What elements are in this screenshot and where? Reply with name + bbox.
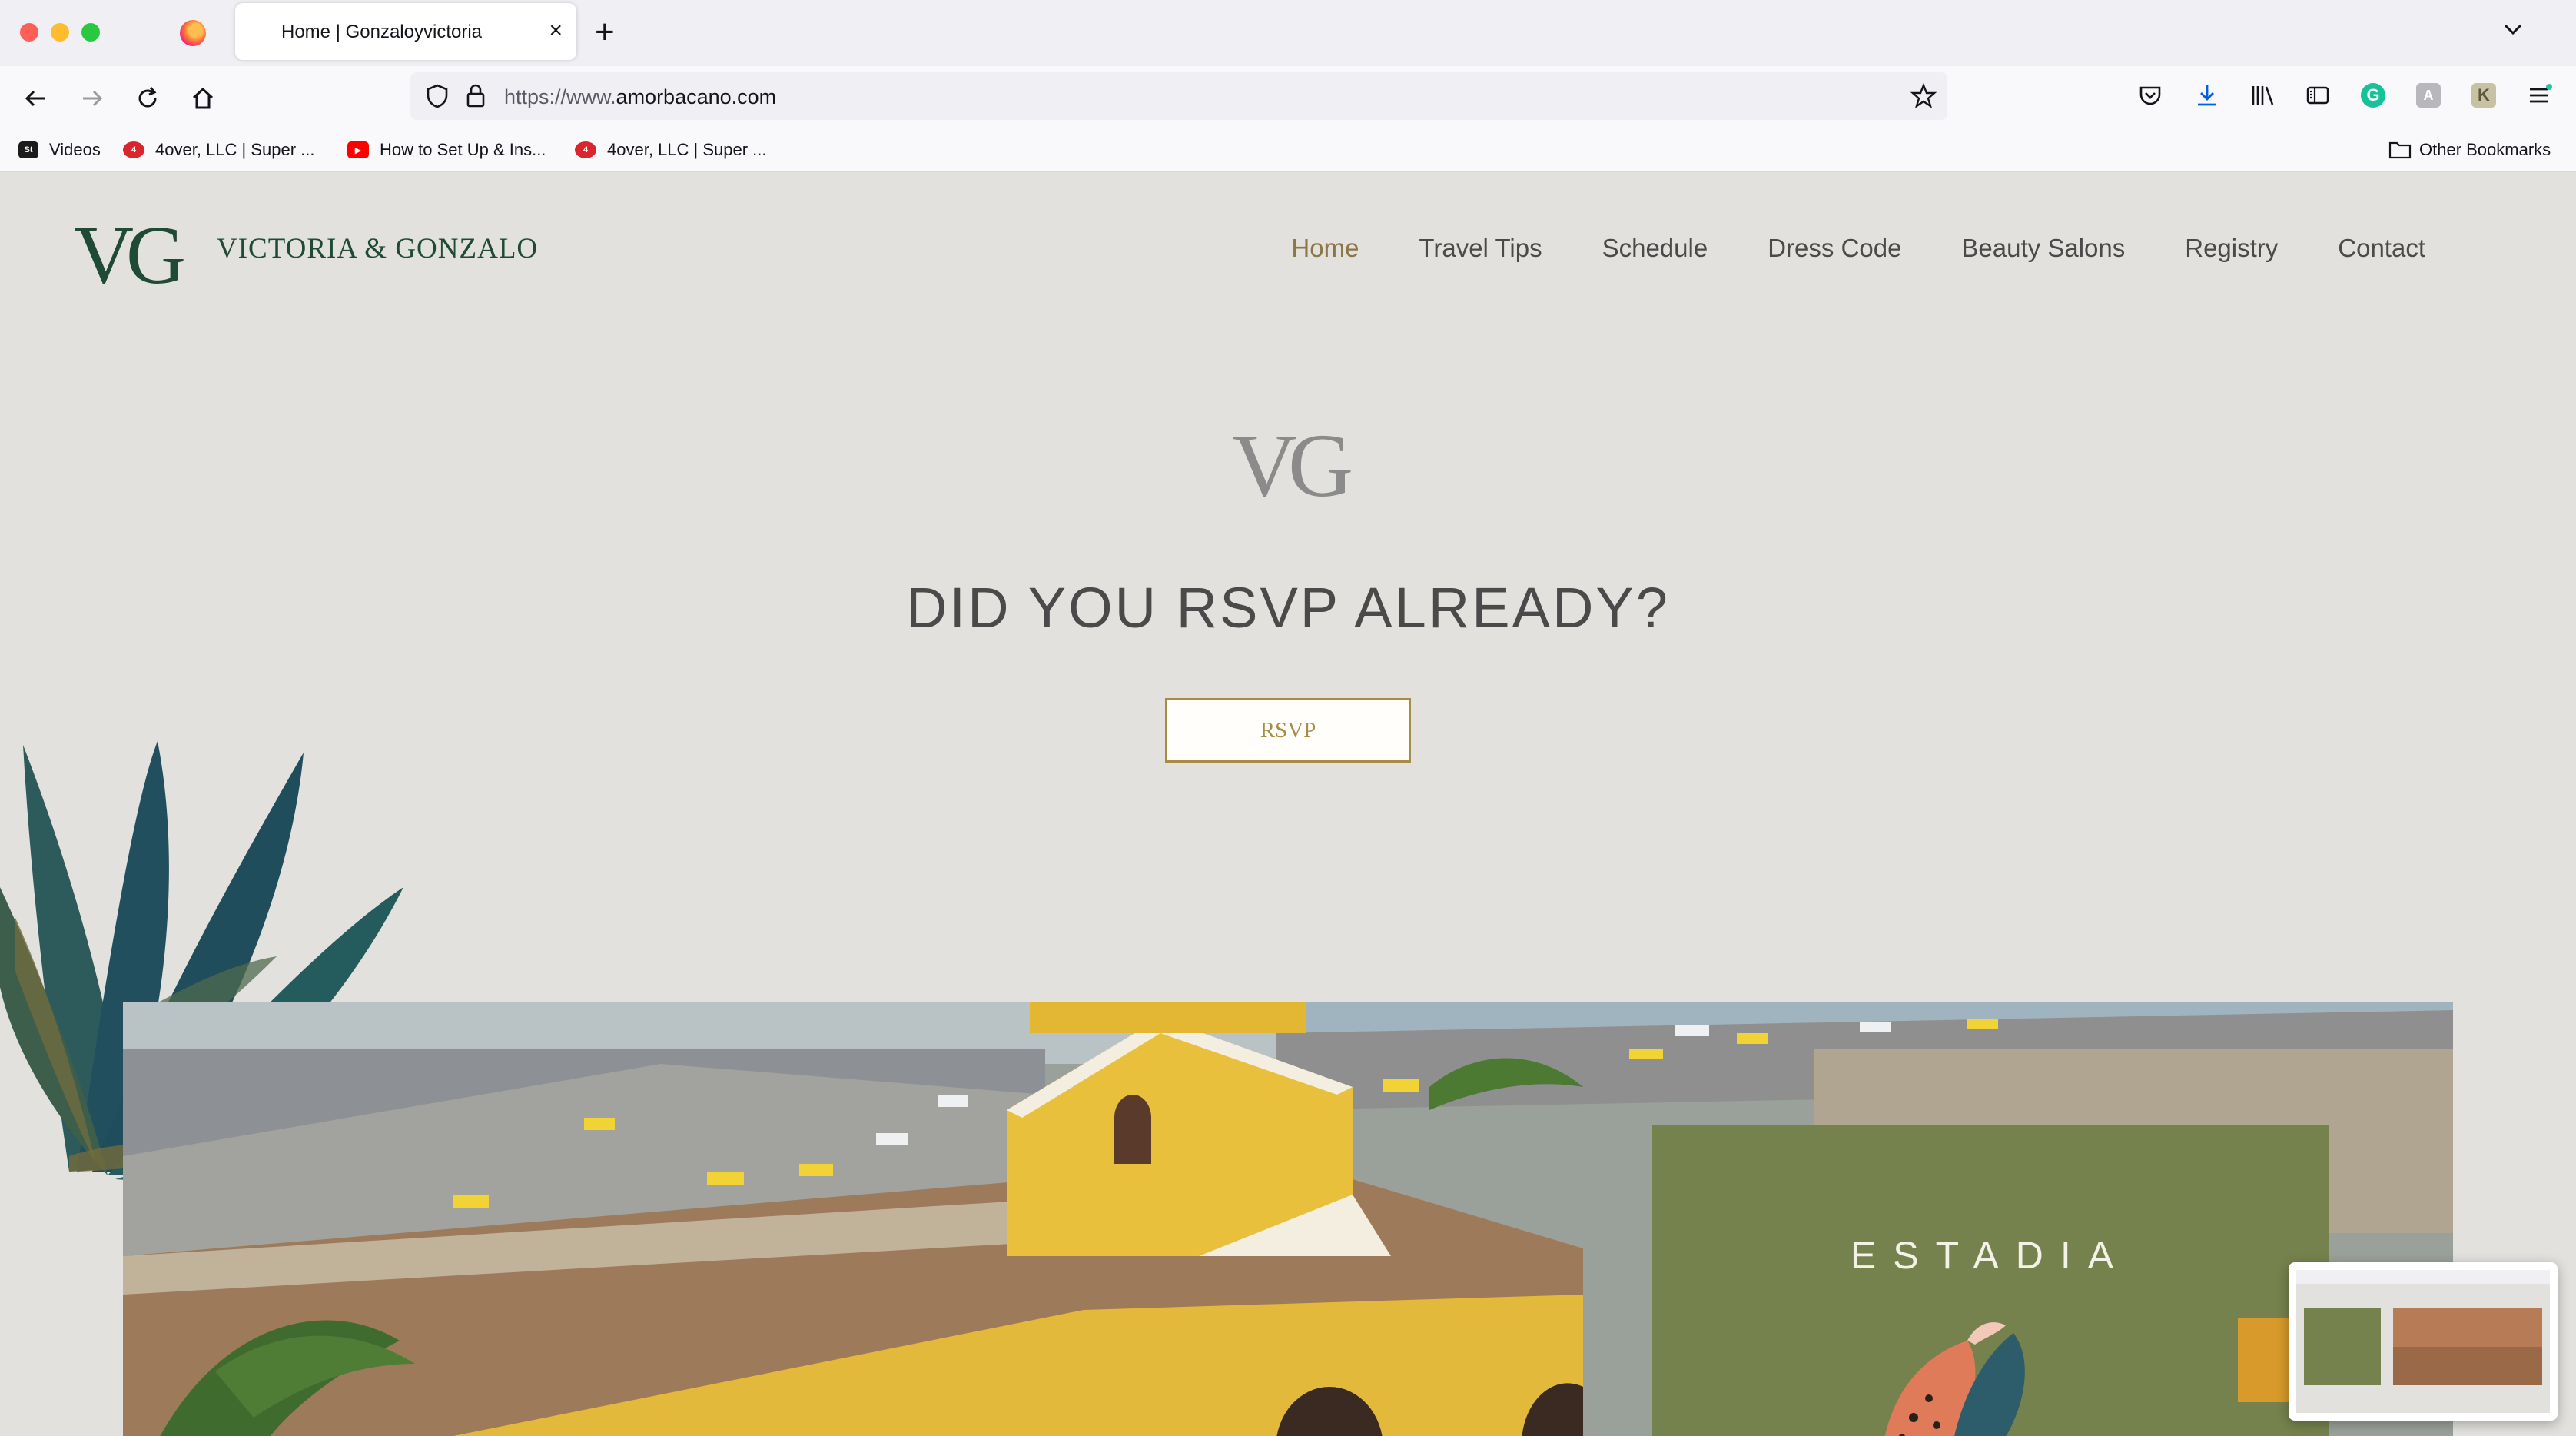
library-icon[interactable] — [2247, 80, 2278, 111]
bookmark-item[interactable]: 4 4over, LLC | Super ... — [575, 137, 767, 163]
nav-link-travel-tips[interactable]: Travel Tips — [1419, 234, 1542, 263]
other-bookmarks-label: Other Bookmarks — [2419, 140, 2551, 159]
tab-list-chevron-icon[interactable] — [2499, 15, 2527, 47]
bookmark-label: 4over, LLC | Super ... — [607, 140, 767, 159]
nav-link-contact[interactable]: Contact — [2338, 234, 2425, 263]
lock-icon[interactable] — [464, 83, 487, 113]
firefox-view-icon[interactable] — [180, 20, 206, 46]
site-name[interactable]: VICTORIA & GONZALO — [217, 232, 538, 265]
downloads-icon[interactable] — [2192, 80, 2222, 111]
tab-close-icon[interactable]: × — [549, 15, 563, 46]
4over-icon: 4 — [575, 141, 596, 158]
bookmark-star-icon[interactable] — [1910, 82, 1937, 113]
screenshot-thumbnail-preview[interactable] — [2289, 1262, 2558, 1421]
4over-icon: 4 — [123, 141, 144, 158]
bookmark-item[interactable]: ▶ How to Set Up & Ins... — [347, 137, 546, 163]
forward-arrow-icon[interactable] — [74, 80, 111, 117]
bookmark-item[interactable]: St Videos — [18, 137, 101, 163]
rsvp-button[interactable]: RSVP — [1165, 698, 1411, 763]
window-zoom-button[interactable] — [81, 23, 100, 42]
nav-link-home[interactable]: Home — [1291, 234, 1359, 263]
reload-icon[interactable] — [129, 80, 166, 117]
tab-title: Home | Gonzaloyvictoria — [281, 22, 482, 42]
sidebar-icon[interactable] — [2302, 80, 2333, 111]
youtube-icon: ▶ — [347, 141, 369, 158]
estadia-card[interactable]: ESTADIA — [1652, 1125, 2329, 1436]
tab-home[interactable]: Home | Gonzaloyvictoria × — [235, 3, 576, 60]
k-extension-icon[interactable]: K — [2468, 80, 2499, 111]
nav-link-beauty-salons[interactable]: Beauty Salons — [1961, 234, 2125, 263]
pocket-icon[interactable] — [2135, 80, 2166, 111]
site-logo-monogram[interactable]: VG — [74, 214, 186, 298]
window-minimize-button[interactable] — [51, 23, 69, 42]
url-domain: amorbacano.com — [616, 85, 777, 108]
bookmark-item[interactable]: 4 4over, LLC | Super ... — [123, 137, 315, 163]
nav-link-schedule[interactable]: Schedule — [1602, 234, 1708, 263]
url-protocol: https://www. — [504, 85, 616, 108]
tropical-bird-illustration — [1884, 1322, 2025, 1436]
browser-tab-bar: Home | Gonzaloyvictoria × + — [0, 0, 2576, 66]
streamable-icon: St — [18, 141, 38, 158]
estadia-title: ESTADIA — [1850, 1234, 2131, 1277]
bookmarks-toolbar: St Videos 4 4over, LLC | Super ... ▶ How… — [0, 129, 2576, 172]
back-arrow-icon[interactable] — [17, 80, 54, 117]
bookmark-label: How to Set Up & Ins... — [380, 140, 546, 159]
bookmark-label: Videos — [49, 140, 101, 159]
home-icon[interactable] — [184, 80, 221, 117]
grammarly-extension-icon[interactable]: G — [2358, 80, 2388, 111]
nav-link-dress-code[interactable]: Dress Code — [1768, 234, 1901, 263]
new-tab-button[interactable]: + — [595, 11, 615, 54]
app-menu-icon[interactable] — [2524, 80, 2554, 111]
hero-monogram: VG — [1231, 415, 1353, 516]
nav-link-registry[interactable]: Registry — [2185, 234, 2278, 263]
url-bar[interactable]: https://www.amorbacano.com — [410, 72, 1947, 120]
url-text[interactable]: https://www.amorbacano.com — [504, 85, 776, 109]
translate-extension-icon[interactable]: A — [2413, 80, 2444, 111]
folder-icon — [2388, 141, 2412, 159]
bookmark-label: 4over, LLC | Super ... — [155, 140, 315, 159]
other-bookmarks-folder[interactable]: Other Bookmarks — [2388, 137, 2551, 163]
web-page: VG VICTORIA & GONZALO Home Travel Tips S… — [0, 172, 2576, 1436]
window-close-button[interactable] — [20, 23, 38, 42]
site-navigation: Home Travel Tips Schedule Dress Code Bea… — [1231, 234, 2425, 263]
rsvp-heading: DID YOU RSVP ALREADY? — [906, 576, 1670, 640]
tracking-protection-shield-icon[interactable] — [424, 83, 450, 113]
